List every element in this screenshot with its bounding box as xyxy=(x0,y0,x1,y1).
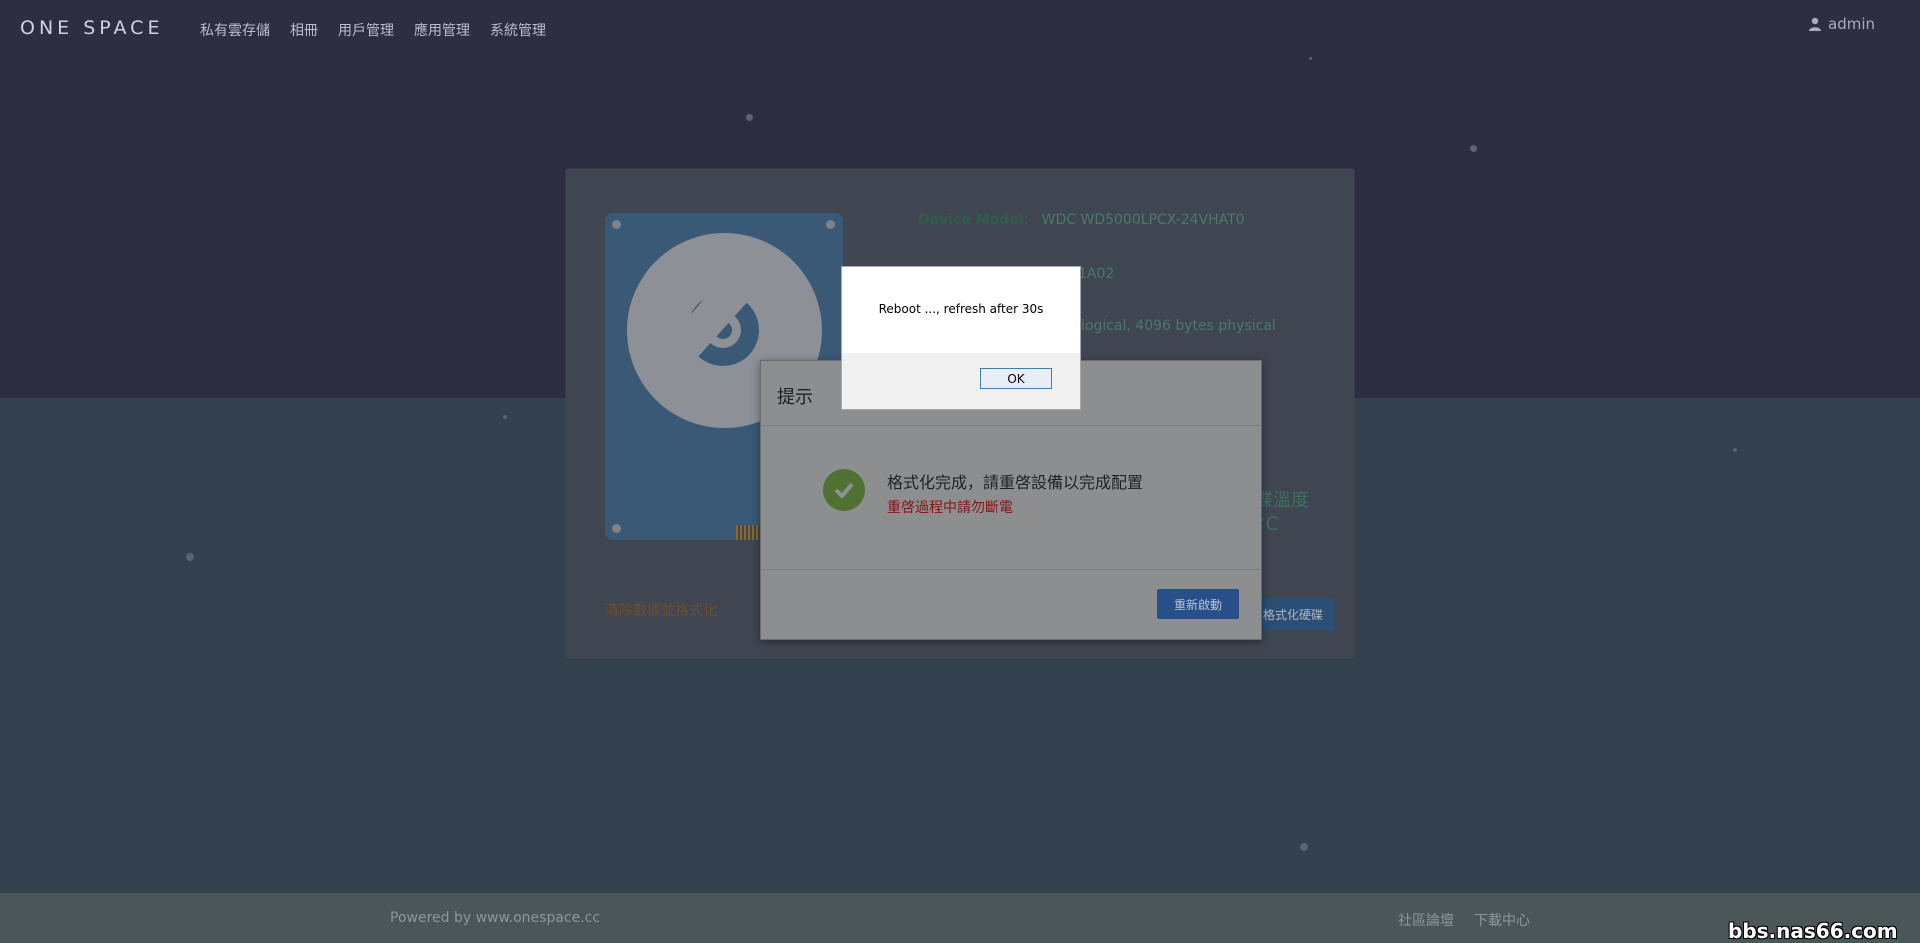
modal-title: 提示 xyxy=(777,387,813,408)
main-nav: 私有雲存儲 相冊 用戶管理 應用管理 系統管理 xyxy=(200,20,546,40)
powered-by-text[interactable]: Powered by www.onespace.cc xyxy=(390,910,600,926)
star-decoration xyxy=(186,553,194,561)
alert-body: Reboot ..., refresh after 30s xyxy=(842,267,1080,353)
firmware-value: 1A02 xyxy=(1078,266,1115,282)
user-menu[interactable]: admin xyxy=(1808,15,1875,33)
screw-icon xyxy=(612,524,621,533)
modal-divider xyxy=(761,569,1261,570)
device-model-label: Device Model: xyxy=(918,212,1030,228)
star-decoration xyxy=(1470,145,1477,152)
alert-message: Reboot ..., refresh after 30s xyxy=(878,302,1044,316)
modal-message: 格式化完成，請重啓設備以完成配置 xyxy=(887,473,1144,492)
logo[interactable]: ONE SPACE xyxy=(20,17,163,39)
screw-icon xyxy=(826,220,835,229)
star-decoration xyxy=(503,415,507,419)
disk-connector xyxy=(736,525,760,540)
star-decoration xyxy=(746,114,753,121)
reboot-button[interactable]: 重新啟動 xyxy=(1157,589,1239,619)
star-decoration xyxy=(1300,843,1308,851)
nav-item-users[interactable]: 用戶管理 xyxy=(338,20,394,40)
footer-link-forum[interactable]: 社區論壇 xyxy=(1398,910,1454,930)
footer: Powered by www.onespace.cc 社區論壇 下載中心 xyxy=(0,893,1920,943)
top-navbar: ONE SPACE 私有雲存儲 相冊 用戶管理 應用管理 系統管理 admin xyxy=(0,0,1920,58)
check-circle-icon xyxy=(823,469,865,511)
wipe-format-link[interactable]: 清除數據並格式化 xyxy=(605,600,717,620)
screw-icon xyxy=(612,220,621,229)
footer-links: 社區論壇 下載中心 xyxy=(1398,910,1530,930)
nav-item-albums[interactable]: 相冊 xyxy=(290,20,318,40)
modal-warning: 重啓過程中請勿斷電 xyxy=(887,500,1013,516)
sector-size-value: logical, 4096 bytes physical xyxy=(1081,318,1276,334)
disk-temp-label: 碟溫度 xyxy=(1255,490,1309,511)
alert-ok-button[interactable]: OK xyxy=(980,368,1052,389)
device-model-value: WDC WD5000LPCX-24VHAT0 xyxy=(1041,212,1245,228)
footer-link-downloads[interactable]: 下載中心 xyxy=(1474,910,1530,930)
nav-item-private-cloud[interactable]: 私有雲存儲 xyxy=(200,20,270,40)
nav-item-apps[interactable]: 應用管理 xyxy=(414,20,470,40)
watermark: bbs.nas66.com xyxy=(1728,919,1898,943)
alert-dialog: Reboot ..., refresh after 30s OK xyxy=(841,266,1081,410)
nav-item-system[interactable]: 系統管理 xyxy=(490,20,546,40)
username: admin xyxy=(1828,15,1875,33)
modal-divider xyxy=(761,425,1261,426)
star-decoration xyxy=(1733,448,1737,452)
device-model-row: Device Model: WDC WD5000LPCX-24VHAT0 xyxy=(918,212,1245,228)
user-icon xyxy=(1809,17,1821,31)
